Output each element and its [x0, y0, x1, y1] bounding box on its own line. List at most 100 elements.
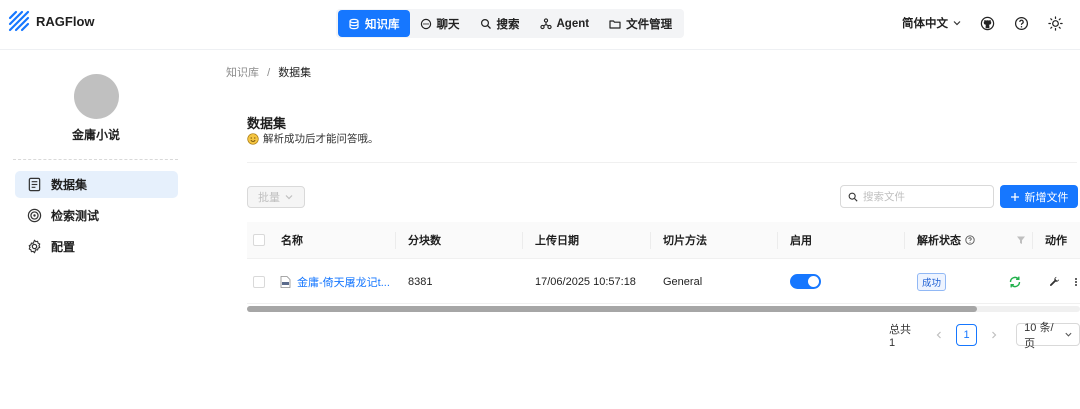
column-header-status[interactable]: 解析状态: [917, 222, 975, 258]
column-header-enabled[interactable]: 启用: [790, 222, 812, 258]
next-page-button[interactable]: [983, 324, 1004, 346]
pagination: 总共 1 1 10 条/页: [889, 322, 1080, 350]
chunk-setting-button[interactable]: [1049, 260, 1060, 303]
page-description-text: 解析成功后才能问答哦。: [263, 133, 379, 145]
nav-item-knowledge-base[interactable]: 知识库: [338, 10, 410, 37]
column-header-status-label: 解析状态: [917, 235, 961, 247]
chat-icon: [420, 18, 431, 29]
reparse-button[interactable]: [1008, 260, 1022, 303]
github-icon: [980, 16, 994, 30]
column-header-method[interactable]: 切片方法: [663, 222, 707, 258]
sidebar-item-label: 配置: [51, 240, 76, 254]
parse-status-badge: 成功: [917, 260, 947, 303]
nav-label: 搜索: [496, 18, 520, 31]
gear-icon: [28, 239, 41, 254]
github-button[interactable]: [978, 14, 996, 32]
language-label: 简体中文: [902, 18, 948, 30]
column-separator: [904, 232, 905, 249]
main-nav: 知识库 聊天 搜索 Agent 文件管理: [336, 9, 685, 38]
language-selector[interactable]: 简体中文: [902, 15, 962, 31]
page-size-label: 10 条/页: [1024, 321, 1054, 350]
upload-date: 17/06/2025 10:57:18: [535, 275, 636, 288]
nav-label: 知识库: [365, 18, 400, 31]
horizontal-scrollbar[interactable]: [247, 306, 1080, 312]
batch-button[interactable]: 批量: [247, 186, 305, 208]
table-header: 名称 分块数 上传日期 切片方法 启用 解析状态 动作: [247, 222, 1080, 259]
status-badge: 成功: [917, 272, 947, 291]
nav-label: 文件管理: [626, 18, 673, 31]
search-icon: [480, 18, 491, 29]
row-checkbox[interactable]: [253, 260, 265, 303]
more-actions-button[interactable]: [1073, 260, 1079, 303]
chevron-down-icon: [953, 21, 961, 26]
target-icon: [27, 208, 42, 223]
batch-label: 批量: [258, 192, 280, 204]
page-size-selector[interactable]: 10 条/页: [1016, 322, 1080, 350]
text-file-icon: [280, 275, 291, 288]
help-icon: [1014, 16, 1028, 30]
column-separator: [522, 232, 523, 249]
sun-icon: [1047, 15, 1063, 31]
page-number-button[interactable]: 1: [955, 323, 978, 346]
smile-icon: [247, 132, 259, 145]
main-divider: [247, 162, 1077, 163]
sidebar-item-label: 数据集: [51, 178, 88, 192]
scrollbar-thumb[interactable]: [247, 306, 977, 312]
avatar: [74, 74, 119, 119]
refresh-icon: [1009, 276, 1021, 287]
sidebar-item-dataset[interactable]: 数据集: [15, 171, 178, 198]
prev-page-button[interactable]: [929, 324, 950, 346]
breadcrumb-parent[interactable]: 知识库: [226, 67, 259, 79]
breadcrumb-current: 数据集: [278, 67, 312, 79]
chevron-down-icon: [285, 195, 293, 200]
document-icon: [28, 177, 41, 192]
column-header-name[interactable]: 名称: [281, 222, 303, 258]
more-icon: [1075, 277, 1077, 286]
breadcrumb-separator: /: [267, 67, 271, 79]
column-separator: [395, 232, 396, 249]
help-button[interactable]: [1012, 14, 1030, 32]
sidebar-item-label: 检索测试: [51, 209, 100, 223]
column-separator: [650, 232, 651, 249]
plus-icon: [1010, 192, 1019, 201]
nav-label: 聊天: [436, 18, 460, 31]
nav-item-agent[interactable]: Agent: [530, 10, 600, 37]
add-file-button[interactable]: 新增文件: [1000, 185, 1078, 208]
enable-switch[interactable]: [790, 260, 821, 303]
chevron-right-icon: [991, 331, 996, 338]
nav-item-file-management[interactable]: 文件管理: [599, 10, 682, 37]
sidebar-item-settings[interactable]: 配置: [15, 233, 178, 260]
theme-toggle-button[interactable]: [1046, 14, 1064, 32]
add-file-label: 新增文件: [1024, 191, 1069, 204]
info-icon[interactable]: [965, 235, 975, 245]
search-icon: [848, 192, 858, 202]
nav-label: Agent: [556, 17, 590, 30]
top-header: RAGFlow 知识库 聊天 搜索 Agent 文件管理 简体中文: [0, 0, 1080, 50]
filter-icon: [1017, 236, 1025, 244]
page-title: 数据集: [247, 116, 287, 131]
page-description: 解析成功后才能问答哦。: [247, 131, 379, 146]
agent-icon: [539, 17, 552, 29]
search-input[interactable]: [863, 190, 988, 203]
chunk-method[interactable]: General: [663, 260, 702, 303]
file-name-link[interactable]: 金庸-倚天屠龙记t...: [297, 274, 390, 290]
chunk-count: 8381: [408, 275, 433, 288]
breadcrumb: 知识库 / 数据集: [226, 64, 311, 80]
column-header-chunks[interactable]: 分块数: [408, 222, 441, 258]
column-header-actions: 动作: [1045, 235, 1067, 247]
app-logo[interactable]: RAGFlow: [8, 10, 95, 32]
chevron-down-icon: [1065, 332, 1072, 337]
app-name: RAGFlow: [36, 13, 95, 29]
column-separator: [1032, 232, 1033, 249]
wrench-icon: [1050, 276, 1060, 286]
column-header-upload-date[interactable]: 上传日期: [535, 222, 579, 258]
status-filter-button[interactable]: [1016, 222, 1026, 258]
ragflow-logo-icon: [8, 10, 30, 32]
select-all-checkbox[interactable]: [253, 222, 265, 258]
sidebar-item-retrieval-test[interactable]: 检索测试: [15, 202, 178, 229]
nav-item-chat[interactable]: 聊天: [410, 10, 470, 37]
nav-item-search[interactable]: 搜索: [470, 10, 530, 37]
sidebar: 金庸小说 数据集 检索测试 配置: [0, 51, 192, 409]
table-row: 金庸-倚天屠龙记t... 8381 17/06/2025 10:57:18 Ge…: [247, 260, 1080, 304]
search-box: [840, 185, 994, 208]
